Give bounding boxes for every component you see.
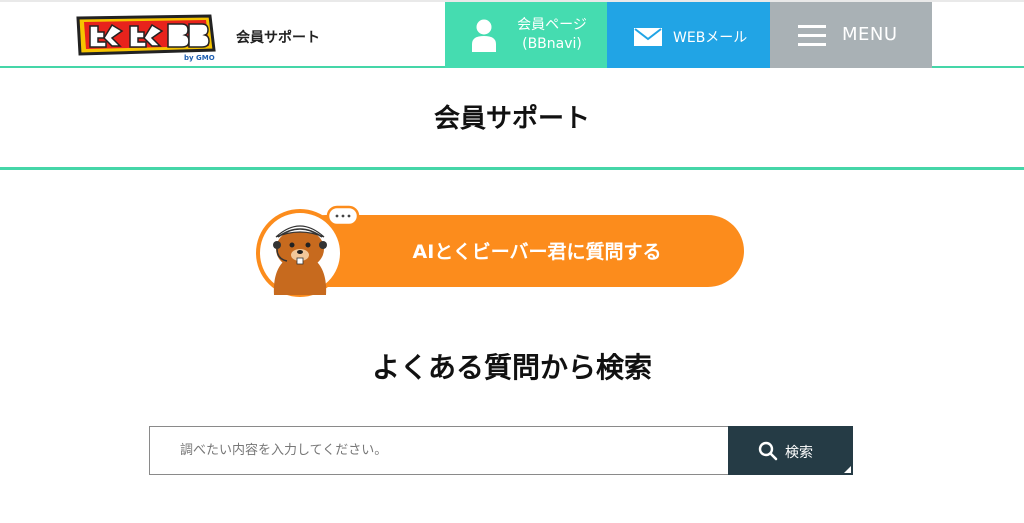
member-page-sublabel: (BBnavi)	[522, 36, 582, 52]
member-page-label: 会員ページ	[517, 17, 587, 33]
magnifier-icon	[758, 441, 778, 461]
menu-button[interactable]: MENU	[770, 2, 932, 68]
title-section: 会員サポート	[0, 68, 1024, 170]
faq-search-input[interactable]	[149, 426, 728, 475]
hamburger-icon	[798, 25, 826, 46]
corner-mark	[844, 466, 851, 473]
search-button-label: 検索	[785, 444, 813, 460]
webmail-button[interactable]: WEBメール	[607, 2, 770, 68]
page-title: 会員サポート	[433, 104, 590, 134]
menu-label: MENU	[842, 24, 898, 45]
tokutoku-bb-logo[interactable]: by GMO	[72, 10, 218, 62]
site-header: by GMO 会員サポート 会員ページ (BBnavi) WEBメール MENU	[0, 0, 1024, 68]
faq-heading: よくある質問から検索	[371, 351, 652, 384]
search-button[interactable]: 検索	[728, 426, 853, 475]
person-icon	[472, 19, 496, 52]
member-page-button[interactable]: 会員ページ (BBnavi)	[445, 2, 607, 68]
beaver-mascot-icon[interactable]	[256, 203, 364, 301]
site-label: 会員サポート	[236, 30, 320, 46]
webmail-label: WEBメール	[673, 30, 748, 46]
mail-icon	[634, 28, 662, 46]
logo-sub-text: by GMO	[184, 54, 215, 62]
